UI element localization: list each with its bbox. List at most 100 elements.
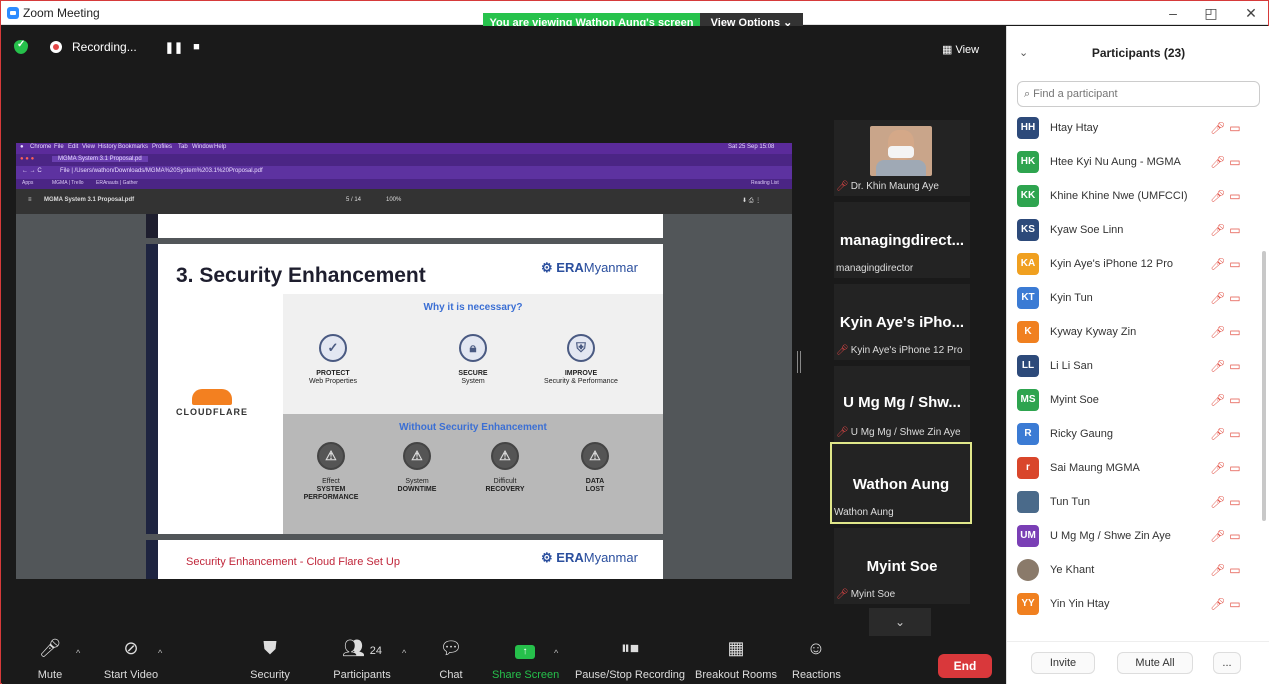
participant-list-scrollbar[interactable] xyxy=(1262,251,1266,521)
share-screen-icon: ↑ xyxy=(515,645,535,659)
breakout-rooms-button[interactable]: ▦ Breakout Rooms xyxy=(694,636,778,684)
video-tile[interactable]: managingdirect... managingdirector xyxy=(834,202,970,278)
pause-stop-recording-label: Pause/Stop Recording xyxy=(574,669,686,681)
pause-stop-icon: ⏸⏹ xyxy=(621,638,639,658)
encryption-shield-icon[interactable] xyxy=(14,39,28,54)
end-meeting-button[interactable]: End xyxy=(938,654,992,678)
pdf-viewer: 3. Security Enhancement ⚙ ERAMyanmar CLO… xyxy=(16,214,792,579)
participant-row[interactable]: K Kyway Kyway Zin 🎤︎▭ xyxy=(1007,315,1255,349)
participant-row[interactable]: YY Yin Yin Htay 🎤︎▭ xyxy=(1007,587,1255,621)
start-video-button[interactable]: ⊘ Start Video xyxy=(98,636,164,684)
pause-stop-recording-button[interactable]: ⏸⏹ Pause/Stop Recording xyxy=(574,636,686,684)
participant-row[interactable]: UM U Mg Mg / Shwe Zin Aye 🎤︎▭ xyxy=(1007,519,1255,553)
mic-video-off-icon: 🎤︎▭ xyxy=(1210,393,1245,407)
close-button[interactable]: ✕ xyxy=(1241,5,1261,22)
participants-caret-icon[interactable]: ^ xyxy=(402,648,406,658)
participant-photo xyxy=(870,126,932,176)
mac-menubar: ● Chrome File Edit View History Bookmark… xyxy=(16,143,792,154)
benefit-label: PROTECT xyxy=(316,370,350,377)
participant-row[interactable]: r Sai Maung MGMA 🎤︎▭ xyxy=(1007,451,1255,485)
search-input[interactable] xyxy=(1033,88,1234,100)
participant-row[interactable]: KT Kyin Tun 🎤︎▭ xyxy=(1007,281,1255,315)
smiley-icon: ☺ xyxy=(806,638,826,658)
audio-options-caret-icon[interactable]: ^ xyxy=(76,648,80,658)
participant-search[interactable]: ⌕ xyxy=(1017,81,1260,107)
video-tile-active-speaker[interactable]: Wathon Aung Wathon Aung xyxy=(830,442,972,524)
tile-name-label: 🎤︎ Myint Soe xyxy=(836,589,896,600)
video-tile[interactable]: 🎤︎ Dr. Khin Maung Aye xyxy=(834,120,970,196)
scroll-tiles-down-button[interactable]: ⌄ xyxy=(869,608,931,636)
participant-row[interactable]: KA Kyin Aye's iPhone 12 Pro 🎤︎▭ xyxy=(1007,247,1255,281)
lock-icon: 🔒︎ xyxy=(459,334,487,362)
minimize-button[interactable]: – xyxy=(1163,5,1183,21)
participant-row[interactable]: HK Htee Kyi Nu Aung - MGMA 🎤︎▭ xyxy=(1007,145,1255,179)
benefit-sub: Security & Performance xyxy=(544,378,618,385)
risk-line: DATA xyxy=(585,478,605,485)
avatar: R xyxy=(1017,423,1039,445)
mac-menu-item: File xyxy=(54,144,64,150)
participant-row[interactable]: Ye Khant 🎤︎▭ xyxy=(1007,553,1255,587)
participant-row[interactable]: MS Myint Soe 🎤︎▭ xyxy=(1007,383,1255,417)
security-button[interactable]: ⛊ Security xyxy=(248,636,292,684)
mac-menu-item: Chrome xyxy=(30,144,52,150)
logo-bold: ERA xyxy=(556,550,584,565)
participant-name: Li Li San xyxy=(1050,360,1093,372)
share-options-caret-icon[interactable]: ^ xyxy=(554,648,558,658)
pause-recording-button[interactable]: ❚❚ xyxy=(165,41,183,54)
participant-row[interactable]: LL Li Li San 🎤︎▭ xyxy=(1007,349,1255,383)
tile-name-big: U Mg Mg / Shw... xyxy=(843,394,961,411)
tile-name-big: Kyin Aye's iPho... xyxy=(839,314,965,331)
participant-name: Kyin Aye's iPhone 12 Pro xyxy=(1050,258,1173,270)
logo-thin: Myanmar xyxy=(583,550,638,565)
video-tile[interactable]: U Mg Mg / Shw... 🎤︎ U Mg Mg / Shwe Zin Ay… xyxy=(834,366,970,442)
mute-button[interactable]: 🎤︎ Mute xyxy=(30,636,70,684)
mac-menu-item: Profiles xyxy=(152,144,173,150)
warning-icon: ⚠ xyxy=(317,442,345,470)
more-options-button[interactable]: ... xyxy=(1213,652,1241,674)
participants-button[interactable]: 👥︎ 24 Participants xyxy=(330,636,394,684)
participant-name: Yin Yin Htay xyxy=(1050,598,1110,610)
video-tile[interactable]: Kyin Aye's iPho... 🎤︎ Kyin Aye's iPhone 1… xyxy=(834,284,970,360)
reactions-button[interactable]: ☺ Reactions xyxy=(792,636,841,684)
video-tile[interactable]: Myint Soe 🎤︎ Myint Soe xyxy=(834,528,970,604)
chat-button[interactable]: 💬︎ Chat xyxy=(436,636,466,684)
participant-name: Ricky Gaung xyxy=(1050,428,1113,440)
participant-name: U Mg Mg / Shwe Zin Aye xyxy=(1050,530,1171,542)
participant-row[interactable]: R Ricky Gaung 🎤︎▭ xyxy=(1007,417,1255,451)
share-screen-button[interactable]: ↑ Share Screen xyxy=(492,636,559,684)
view-layout-button[interactable]: ▦ View xyxy=(942,43,979,56)
risk-item: ⚠ System DOWNTIME xyxy=(367,442,467,494)
mac-menu-item: Tab xyxy=(178,144,188,150)
browser-tab-bar: ● ● ● MGMA System 3.1 Proposal.pd xyxy=(16,154,792,166)
benefit-item: ⛨ IMPROVE Security & Performance xyxy=(531,334,631,386)
mute-all-button[interactable]: Mute All xyxy=(1117,652,1193,674)
panel-footer: Invite Mute All ... xyxy=(1007,641,1269,684)
meeting-toolbar: 🎤︎ Mute ^ ⊘ Start Video ^ ⛊ Security 👥︎ … xyxy=(2,636,1006,684)
invite-button[interactable]: Invite xyxy=(1031,652,1095,674)
mic-video-off-icon: 🎤︎▭ xyxy=(1210,597,1245,611)
why-heading: Why it is necessary? xyxy=(423,302,523,313)
participant-row[interactable]: KS Kyaw Soe Linn 🎤︎▭ xyxy=(1007,213,1255,247)
warning-icon: ⚠ xyxy=(403,442,431,470)
brand-text: CLOUDFLARE xyxy=(176,407,248,417)
stop-recording-button[interactable]: ■ xyxy=(193,41,200,53)
benefits-panel: Why it is necessary? ✓ PROTECT Web Prope… xyxy=(283,294,663,414)
era-logo: ⚙ ERAMyanmar xyxy=(541,550,638,565)
without-heading: Without Security Enhancement xyxy=(399,422,547,433)
mic-video-off-icon: 🎤︎▭ xyxy=(1210,529,1245,543)
mic-video-off-icon: 🎤︎▭ xyxy=(1210,155,1245,169)
mic-video-off-icon: 🎤︎▭ xyxy=(1210,563,1245,577)
shield-icon: ✓ xyxy=(319,334,347,362)
maximize-button[interactable]: ◰ xyxy=(1201,5,1221,22)
bookmark-item: ERAnauts | Gather xyxy=(96,180,138,186)
mic-muted-icon: 🎤︎ xyxy=(836,427,849,438)
participant-row[interactable]: KK Khine Khine Nwe (UMFCCI) 🎤︎▭ xyxy=(1007,179,1255,213)
participant-row[interactable]: Tun Tun 🎤︎▭ xyxy=(1007,485,1255,519)
video-options-caret-icon[interactable]: ^ xyxy=(158,648,162,658)
benefit-label: SECURE xyxy=(458,370,488,377)
risk-line: System xyxy=(405,478,429,485)
participant-row[interactable]: HH Htay Htay 🎤︎▭ xyxy=(1007,111,1255,145)
bookmark-item: Apps xyxy=(22,180,34,186)
recording-dot-icon xyxy=(50,41,62,53)
resize-handle[interactable] xyxy=(797,351,801,373)
